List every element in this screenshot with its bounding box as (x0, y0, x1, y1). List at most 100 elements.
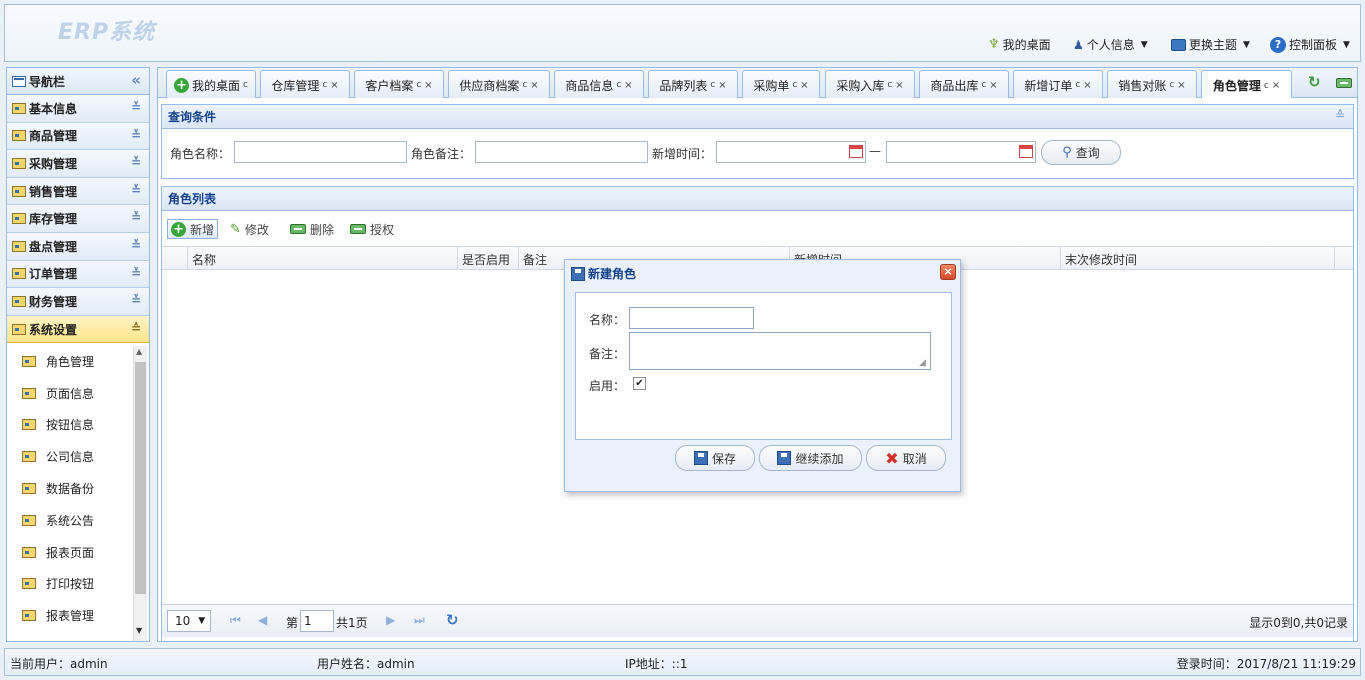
sidebar-item-print-button[interactable]: 打印按钮 (7, 568, 149, 600)
tab-goods-info[interactable]: 商品信息 c × (554, 70, 644, 99)
end-date-input[interactable] (886, 141, 1036, 163)
refresh-icon[interactable]: c (981, 80, 986, 90)
sidebar-item-company-info[interactable]: 公司信息 (7, 441, 149, 473)
sidebar-item-page-info[interactable]: 页面信息 (7, 377, 149, 409)
refresh-icon[interactable]: c (710, 80, 715, 90)
next-page-icon[interactable]: ▶ (386, 613, 395, 627)
close-icon[interactable]: × (940, 264, 956, 280)
refresh-icon[interactable]: c (792, 80, 797, 90)
card-icon (22, 387, 36, 399)
sidebar-group-purchase[interactable]: 采购管理 ≚ (7, 150, 149, 178)
start-date-input[interactable] (716, 141, 866, 163)
sidebar-item-report-manage[interactable]: 报表管理 (7, 600, 149, 632)
collapse-icon[interactable]: ≙ (1335, 108, 1345, 122)
tab-new-order[interactable]: 新增订单 c × (1013, 70, 1103, 99)
tab-purchase-order[interactable]: 采购单 c × (742, 70, 820, 99)
save-button[interactable]: 保存 (675, 445, 755, 471)
tab-goods-out[interactable]: 商品出库 c × (919, 70, 1009, 99)
refresh-icon[interactable]: c (1169, 80, 1174, 90)
page-size-select[interactable]: 10 ▼ (167, 610, 211, 632)
sidebar-item-backup[interactable]: 数据备份 (7, 473, 149, 505)
header-link-control-panel[interactable]: ? 控制面板 ▼ (1270, 36, 1350, 53)
sidebar-group-sales[interactable]: 销售管理 ≚ (7, 177, 149, 206)
sidebar-group-inventory[interactable]: 库存管理 ≚ (7, 205, 149, 233)
edit-button[interactable]: ✎ 修改 (230, 219, 269, 239)
tab-brand-list[interactable]: 品牌列表 c × (648, 70, 738, 99)
dialog-name-input[interactable] (629, 307, 754, 329)
delete-icon (290, 224, 306, 234)
sidebar-item-role-manage[interactable]: 角色管理 (7, 345, 149, 377)
header-link-theme[interactable]: 更换主题 ▼ (1171, 36, 1250, 53)
close-icon[interactable]: × (895, 80, 903, 91)
close-icon[interactable]: × (624, 80, 632, 91)
close-icon[interactable]: × (1083, 80, 1091, 91)
close-icon[interactable]: × (330, 80, 338, 91)
cancel-button[interactable]: ✖ 取消 (866, 445, 946, 471)
close-icon[interactable]: × (800, 80, 808, 91)
refresh-icon[interactable]: c (616, 80, 621, 90)
page-number-input[interactable]: 1 (300, 610, 334, 632)
tab-role-manage[interactable]: 角色管理 c × (1201, 70, 1292, 100)
prev-page-icon[interactable]: ◀ (258, 613, 267, 627)
dialog-note-textarea[interactable] (629, 332, 931, 370)
refresh-icon[interactable]: c (887, 80, 892, 90)
sidebar-group-goods[interactable]: 商品管理 ≚ (7, 122, 149, 151)
header-link-profile[interactable]: ♟ 个人信息 ▼ (1073, 36, 1148, 53)
tab-warehouse[interactable]: 仓库管理 c × (260, 70, 350, 99)
tab-customer[interactable]: 客户档案 c × (354, 70, 444, 99)
tab-supplier[interactable]: 供应商档案 c × (448, 70, 550, 99)
sidebar: 导航栏 « 基本信息 ≚ 商品管理 ≚ 采购管理 ≚ 销售管理 ≚ 库存管理 ≚ 盘点管理… (6, 67, 150, 642)
maximize-icon[interactable] (1336, 77, 1352, 91)
column-header-note[interactable]: 备注 (523, 251, 547, 268)
close-icon[interactable]: × (989, 80, 997, 91)
close-icon[interactable]: × (530, 80, 538, 91)
dialog-enable-checkbox[interactable]: ✔ (633, 377, 646, 390)
refresh-icon[interactable]: c (1075, 80, 1080, 90)
role-note-input[interactable] (475, 141, 648, 163)
search-button[interactable]: ⚲ 查询 (1041, 140, 1121, 165)
close-icon[interactable]: × (1272, 80, 1280, 91)
scroll-down-icon[interactable]: ▼ (136, 626, 142, 635)
first-page-icon[interactable]: ⏮ (230, 613, 241, 628)
tab-desktop[interactable]: + 我的桌面 c (166, 70, 256, 99)
tab-purchase-in[interactable]: 采购入库 c × (825, 70, 915, 99)
add-button-label: 新增 (190, 222, 215, 237)
role-name-input[interactable] (234, 141, 407, 163)
reload-icon[interactable]: ↻ (446, 611, 459, 629)
sidebar-item-button-info[interactable]: 按钮信息 (7, 409, 149, 441)
refresh-icon[interactable]: c (1264, 81, 1269, 91)
close-icon[interactable]: × (718, 80, 726, 91)
refresh-all-icon[interactable]: ↻ (1308, 74, 1324, 90)
tab-sales-reconcile[interactable]: 销售对账 c × (1107, 70, 1197, 99)
calendar-icon[interactable] (1019, 145, 1033, 161)
close-icon[interactable]: × (424, 80, 432, 91)
resize-handle-icon[interactable]: ◢ (919, 358, 926, 368)
sidebar-group-stocktake[interactable]: 盘点管理 ≚ (7, 232, 149, 261)
refresh-icon[interactable]: c (522, 80, 527, 90)
column-header-name[interactable]: 名称 (192, 251, 216, 268)
sidebar-group-finance[interactable]: 财务管理 ≚ (7, 288, 149, 316)
sidebar-item-notice[interactable]: 系统公告 (7, 504, 149, 536)
add-icon: + (171, 221, 186, 237)
calendar-icon[interactable] (849, 145, 863, 161)
last-page-icon[interactable]: ⏭ (414, 613, 425, 628)
close-icon[interactable]: × (1177, 80, 1185, 91)
sidebar-scrollbar-thumb[interactable] (135, 362, 146, 594)
refresh-icon[interactable]: c (416, 80, 421, 90)
delete-button[interactable]: 删除 (290, 219, 334, 239)
refresh-icon[interactable]: c (243, 80, 248, 90)
scroll-up-icon[interactable]: ▲ (136, 347, 142, 356)
collapse-sidebar-icon[interactable]: « (131, 71, 141, 89)
sidebar-group-orders[interactable]: 订单管理 ≚ (7, 260, 149, 289)
header-link-desktop[interactable]: ♆ 我的桌面 (988, 36, 1051, 53)
add-button[interactable]: + 新增 (167, 219, 219, 239)
column-header-modified[interactable]: 末次修改时间 (1065, 251, 1137, 268)
sidebar-group-basic[interactable]: 基本信息 ≚ (7, 95, 149, 123)
save-continue-button[interactable]: 继续添加 (759, 445, 862, 471)
refresh-icon[interactable]: c (322, 80, 327, 90)
sidebar-group-system[interactable]: 系统设置 ≙ (7, 315, 149, 344)
tab-label: 新增订单 (1024, 78, 1073, 93)
sidebar-item-report-page[interactable]: 报表页面 (7, 536, 149, 568)
grant-button[interactable]: 授权 (350, 219, 394, 239)
column-header-enabled[interactable]: 是否启用 (462, 251, 510, 268)
